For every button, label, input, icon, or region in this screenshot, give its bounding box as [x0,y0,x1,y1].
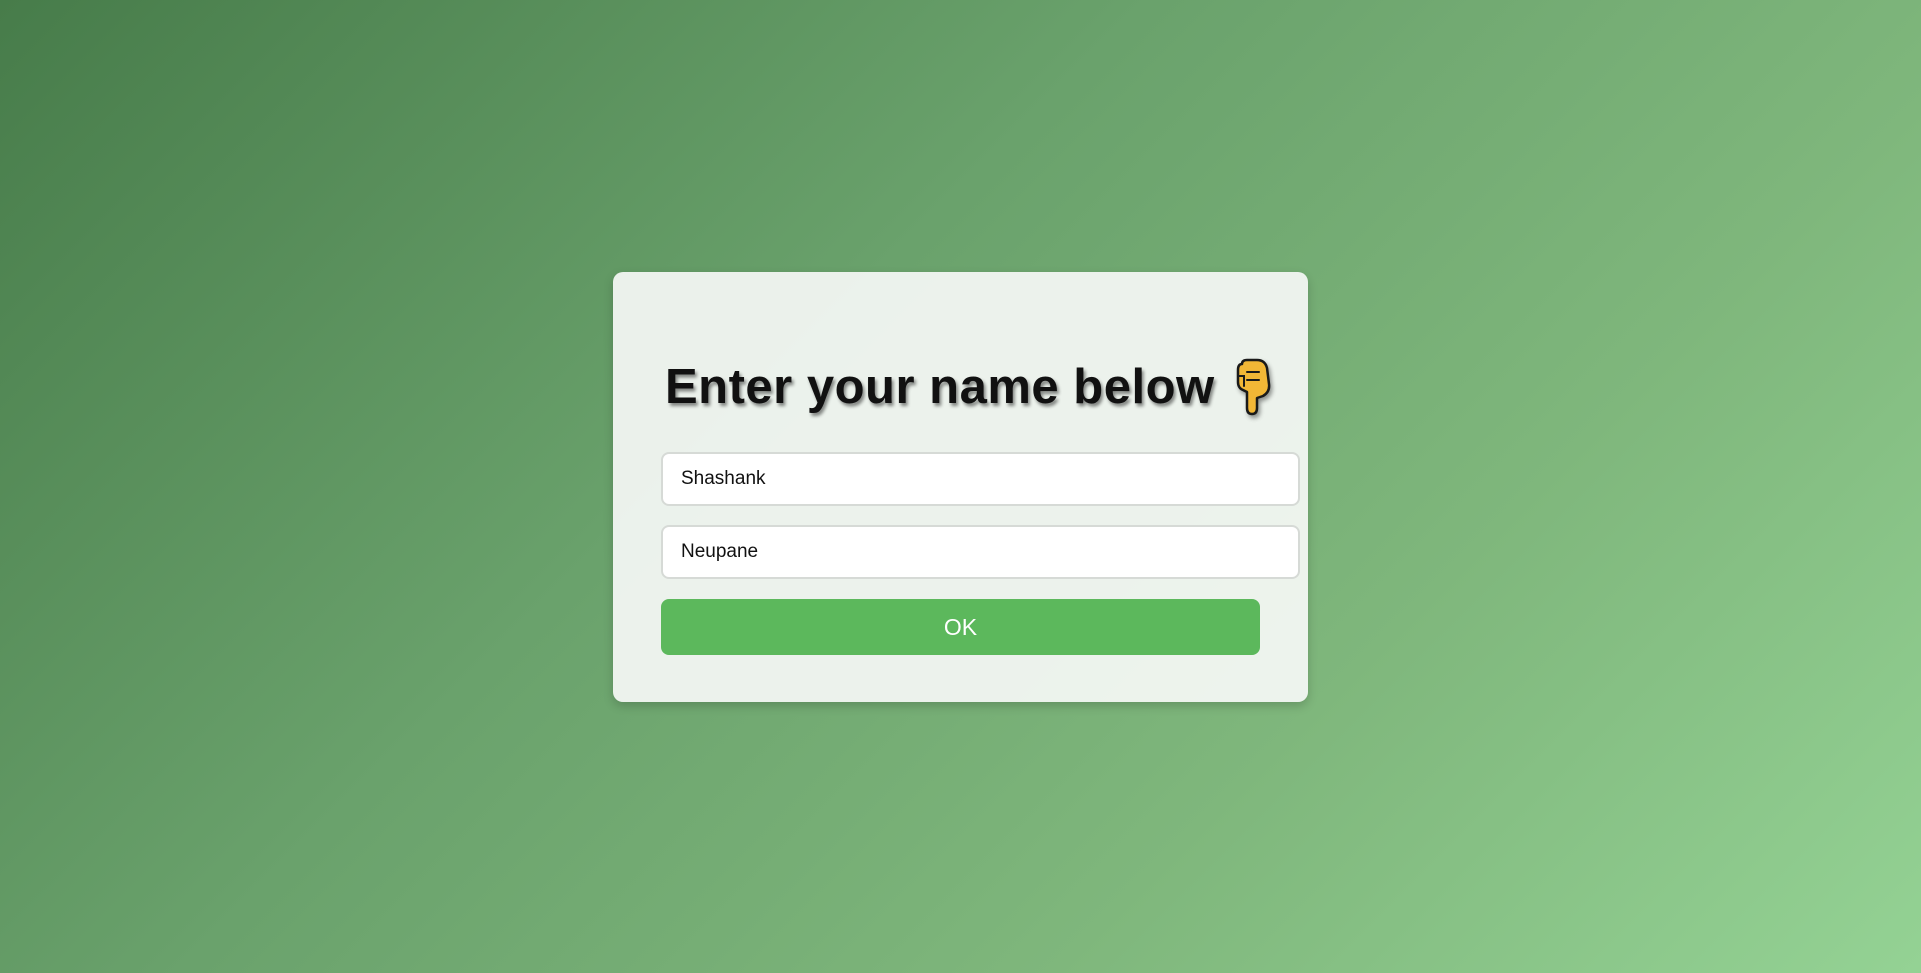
name-form-card: Enter your name below OK [613,272,1308,702]
ok-button[interactable]: OK [661,599,1260,655]
last-name-input[interactable] [661,525,1300,579]
form-header: Enter your name below [665,358,1275,416]
pointing-down-hand-icon [1229,358,1275,416]
first-name-input[interactable] [661,452,1300,506]
form-title: Enter your name below [665,360,1215,414]
